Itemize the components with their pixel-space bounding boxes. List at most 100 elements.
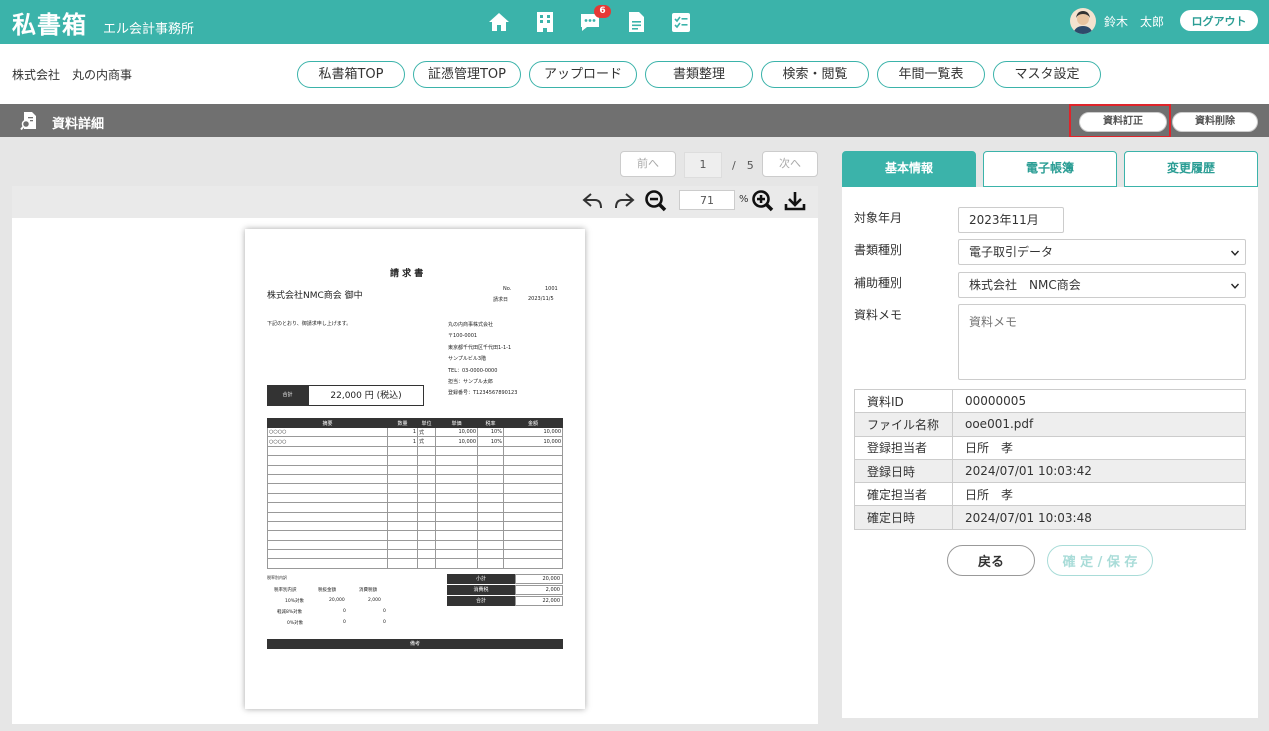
subtotal-label: 小計 [447, 574, 515, 584]
nav-annual-list[interactable]: 年間一覧表 [877, 61, 985, 88]
document-canvas: 請 求 書 株式会社NMC商会 御中 No. 1001 請求日 2023/11/… [12, 218, 818, 724]
zoom-in-icon[interactable] [751, 189, 775, 213]
document-search-icon [20, 112, 36, 131]
memo-textarea[interactable] [958, 304, 1246, 380]
cell: 10% [477, 436, 504, 447]
memo-label: 資料メモ [854, 308, 903, 322]
cell: 1 [387, 426, 418, 438]
document-icon[interactable] [624, 10, 648, 34]
zoom-input[interactable] [679, 190, 735, 210]
table-row [267, 502, 563, 513]
top-bar: 私書箱 エル会計事務所 6 鈴木 太郎 ログアウト [0, 0, 1269, 44]
tax-header: 税率別内訳 [274, 588, 297, 593]
month-field[interactable]: 2023年11月 [958, 207, 1064, 233]
sender-line: 登録番号：T1234567890123 [448, 390, 518, 397]
remarks-header: 備考 [267, 639, 563, 649]
nav-shishobako-top[interactable]: 私書箱TOP [297, 61, 405, 88]
cell: ○○○○ [267, 426, 388, 438]
col-quantity: 数量 [387, 418, 418, 428]
download-icon[interactable] [783, 189, 807, 213]
invoice-no-value: 1001 [545, 286, 558, 292]
current-page-input[interactable]: 1 [684, 152, 722, 178]
back-button[interactable]: 戻る [947, 545, 1035, 576]
table-row [267, 539, 563, 551]
info-key: 登録日時 [854, 458, 953, 484]
tax-row-tax: 0 [383, 609, 386, 614]
table-row: 登録日時 2024/07/01 10:03:42 [854, 458, 1246, 484]
col-tax-rate: 税率 [477, 418, 504, 428]
invoice-date-value: 2023/11/5 [528, 296, 554, 302]
nav-upload[interactable]: アップロード [529, 61, 637, 88]
table-row: ○○○○ 1 式 10,000 10% 10,000 [267, 436, 563, 447]
app-title[interactable]: 私書箱 [12, 5, 87, 40]
building-icon[interactable] [533, 10, 557, 34]
doc-type-label: 書類種別 [854, 243, 903, 257]
cell: 式 [417, 436, 436, 447]
info-key: 確定日時 [854, 505, 953, 530]
tax-row-tax: 0 [383, 620, 386, 625]
col-unit: 単位 [417, 418, 436, 428]
table-row [267, 455, 563, 466]
chevron-down-icon [1231, 283, 1239, 289]
office-name: エル会計事務所 [103, 22, 195, 37]
delete-document-button[interactable]: 資料削除 [1172, 112, 1258, 132]
table-row: 登録担当者 日所 孝 [854, 435, 1246, 460]
doc-type-select[interactable]: 電子取引データ [958, 239, 1246, 265]
total-pages: / 5 [732, 159, 754, 172]
table-row [267, 464, 563, 475]
info-value: 日所 孝 [952, 482, 1246, 507]
tab-electronic-ledger[interactable]: 電子帳簿 [983, 151, 1117, 187]
notification-badge: 6 [594, 5, 611, 18]
rotate-left-icon[interactable] [581, 189, 605, 213]
tax-header: 税抜金額 [318, 588, 336, 593]
invoice-sender: 丸の内商事株式会社 〒100-0001 東京都千代田区千代田1-1-1 サンプル… [448, 320, 517, 400]
col-amount: 金額 [503, 418, 563, 428]
rotate-right-icon[interactable] [612, 189, 636, 213]
viewer-toolbar: % [12, 186, 818, 218]
cell: ○○○○ [267, 436, 388, 447]
col-description: 摘要 [267, 418, 388, 428]
table-row: 確定日時 2024/07/01 10:03:48 [854, 505, 1246, 530]
document-viewer: 前へ 1 / 5 次へ % 請 求 書 株式会社NMC商会 御中 No. 100… [0, 137, 830, 731]
info-key: 確定担当者 [854, 482, 953, 507]
doc-type-value: 電子取引データ [969, 245, 1054, 259]
tab-basic-info[interactable]: 基本情報 [842, 151, 976, 187]
tax-row-tax: 2,000 [368, 598, 381, 603]
zoom-out-icon[interactable] [644, 189, 668, 213]
table-row: ファイル名称 ooe001.pdf [854, 412, 1246, 437]
table-row [267, 530, 563, 541]
info-value: 2024/07/01 10:03:48 [952, 505, 1246, 530]
home-icon[interactable] [487, 10, 511, 34]
avatar[interactable] [1070, 8, 1096, 34]
confirm-save-button[interactable]: 確 定 / 保 存 [1047, 545, 1153, 576]
tax-row-label: 10%対象 [285, 599, 305, 604]
invoice-title: 請 求 書 [390, 269, 424, 279]
info-value: 日所 孝 [952, 435, 1246, 460]
invoice-date-label: 請求日 [493, 297, 509, 303]
info-value: ooe001.pdf [952, 412, 1246, 437]
tax-row-label: 0%対象 [287, 621, 304, 626]
checklist-icon[interactable] [669, 10, 693, 34]
grand-total-label: 合計 [447, 596, 515, 606]
info-key: ファイル名称 [854, 412, 953, 437]
nav-master-settings[interactable]: マスタ設定 [993, 61, 1101, 88]
table-row [267, 520, 563, 532]
sender-line: 丸の内商事株式会社 [448, 322, 494, 328]
prev-page-button[interactable]: 前へ [620, 151, 676, 177]
nav-document-organize[interactable]: 書類整理 [645, 61, 753, 88]
nav-voucher-top[interactable]: 証憑管理TOP [413, 61, 521, 88]
tax-row-base: 0 [343, 620, 346, 625]
next-page-button[interactable]: 次へ [762, 151, 818, 177]
sender-line: 東京都千代田区千代田1-1-1 [448, 344, 512, 351]
tab-change-history[interactable]: 変更履歴 [1124, 151, 1258, 187]
subtotal-value: 20,000 [515, 574, 563, 584]
table-row [267, 511, 563, 522]
nav-search-browse[interactable]: 検索・閲覧 [761, 61, 869, 88]
sub-type-select[interactable]: 株式会社 NMC商会 [958, 272, 1246, 298]
info-value: 2024/07/01 10:03:42 [952, 458, 1246, 484]
user-name: 鈴木 太郎 [1104, 15, 1165, 29]
logout-button[interactable]: ログアウト [1180, 10, 1258, 31]
sender-line: 〒100-0001 [448, 333, 478, 340]
tax-label: 消費税 [447, 585, 515, 595]
tax-row-base: 0 [343, 609, 346, 614]
